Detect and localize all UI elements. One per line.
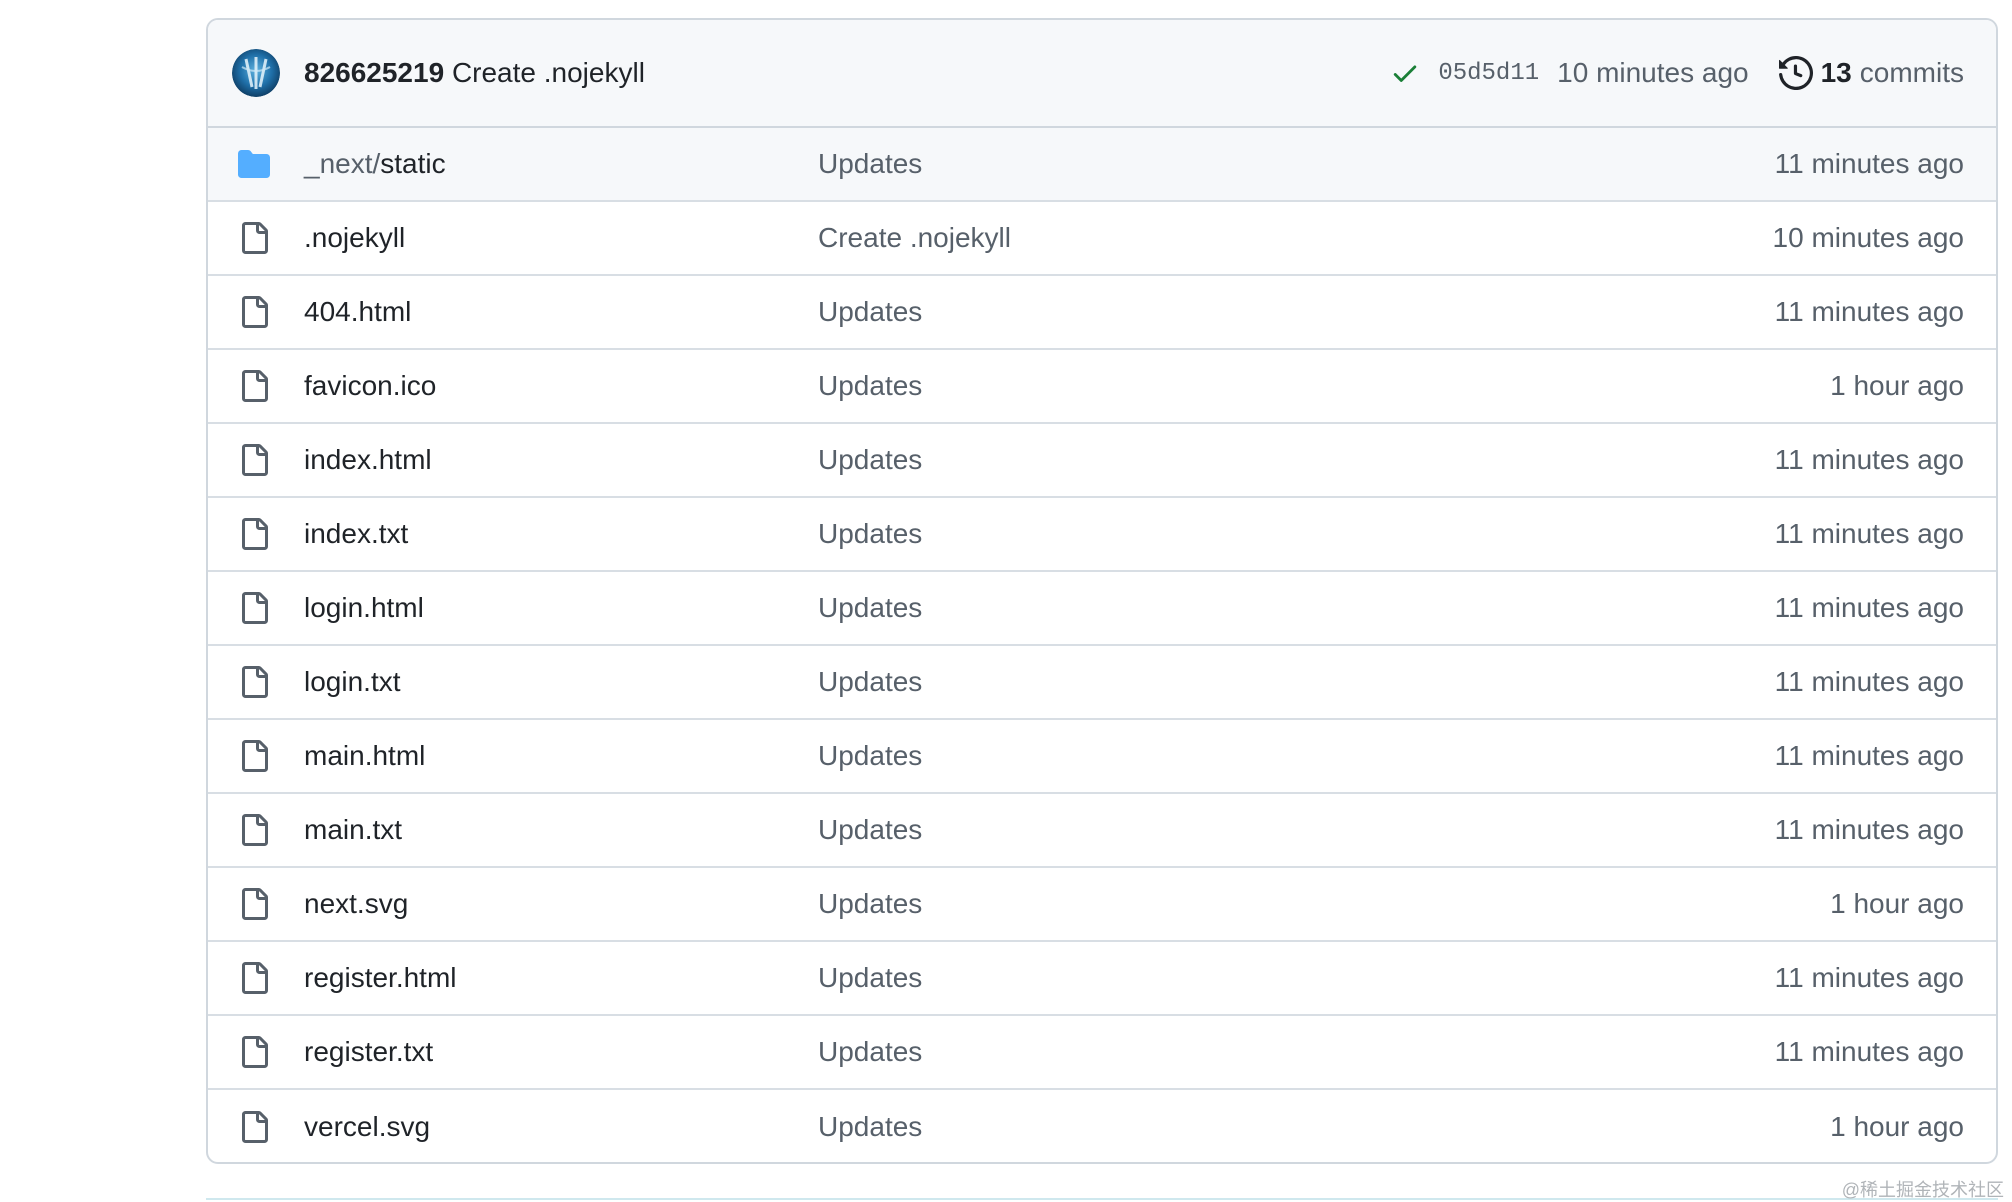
file-name-link[interactable]: favicon.ico (304, 370, 436, 402)
commit-meta: 05d5d11 10 minutes ago 13 commits (1390, 56, 1964, 90)
avatar-image (232, 49, 280, 97)
file-name-link[interactable]: .nojekyll (304, 222, 405, 254)
history-icon (1778, 56, 1813, 90)
file-commit-age: 11 minutes ago (1774, 962, 1964, 993)
file-row[interactable]: login.html Updates 11 minutes ago (208, 572, 1996, 646)
file-commit-message-link[interactable]: Updates (818, 592, 922, 624)
file-row[interactable]: .nojekyll Create .nojekyll 10 minutes ago (208, 202, 1996, 276)
file-commit-age: 11 minutes ago (1774, 740, 1964, 771)
file-commit-age: 11 minutes ago (1774, 296, 1964, 327)
file-commit-age: 1 hour ago (1830, 888, 1964, 919)
file-icon (242, 1036, 268, 1068)
commit-message: 826625219 Create .nojekyll (304, 57, 645, 89)
file-commit-message-link[interactable]: Updates (818, 148, 922, 180)
file-row[interactable]: main.html Updates 11 minutes ago (208, 720, 1996, 794)
commit-sha-link[interactable]: 05d5d11 (1438, 60, 1539, 87)
file-name-link[interactable]: next.svg (304, 888, 408, 920)
directory-name[interactable]: static (380, 148, 445, 179)
file-name-link[interactable]: index.txt (304, 518, 408, 550)
file-name-link[interactable]: vercel.svg (304, 1111, 430, 1143)
file-name-link[interactable]: register.html (304, 962, 457, 994)
file-commit-message-link[interactable]: Updates (818, 1036, 922, 1068)
file-commit-message-link[interactable]: Updates (818, 1111, 922, 1143)
watermark: @稀土掘金技术社区 (1841, 1180, 2004, 1200)
file-commit-age: 11 minutes ago (1774, 518, 1964, 549)
file-row[interactable]: main.txt Updates 11 minutes ago (208, 794, 1996, 868)
file-row[interactable]: _next/static Updates 11 minutes ago (208, 128, 1996, 202)
file-commit-message-link[interactable]: Updates (818, 444, 922, 476)
file-name-link[interactable]: login.txt (304, 666, 401, 698)
file-commit-age: 1 hour ago (1830, 370, 1964, 401)
file-row[interactable]: 404.html Updates 11 minutes ago (208, 276, 1996, 350)
file-commit-message-link[interactable]: Create .nojekyll (818, 222, 1011, 254)
file-name-link[interactable]: 404.html (304, 296, 411, 328)
commits-history-link[interactable]: 13 commits (1778, 56, 1964, 90)
file-commit-age: 11 minutes ago (1774, 814, 1964, 845)
commit-time: 10 minutes ago (1557, 57, 1749, 88)
file-commit-message-link[interactable]: Updates (818, 814, 922, 846)
file-icon (242, 740, 268, 772)
file-icon (242, 296, 268, 328)
file-row[interactable]: register.txt Updates 11 minutes ago (208, 1016, 1996, 1090)
file-commit-age: 11 minutes ago (1774, 148, 1964, 179)
directory-prefix[interactable]: _next/ (304, 148, 380, 179)
file-commit-age: 11 minutes ago (1774, 592, 1964, 623)
file-icon (242, 518, 268, 550)
commits-count: 13 (1820, 57, 1852, 88)
file-name-link[interactable]: _next/static (304, 148, 446, 180)
commits-label: commits (1859, 57, 1964, 88)
file-browser: 826625219 Create .nojekyll 05d5d11 10 mi… (206, 18, 1998, 1164)
file-commit-message-link[interactable]: Updates (818, 370, 922, 402)
page: 826625219 Create .nojekyll 05d5d11 10 mi… (0, 0, 2012, 1202)
file-row[interactable]: login.txt Updates 11 minutes ago (208, 646, 1996, 720)
file-name-link[interactable]: login.html (304, 592, 424, 624)
file-icon (242, 444, 268, 476)
file-row[interactable]: favicon.ico Updates 1 hour ago (208, 350, 1996, 424)
file-commit-age: 1 hour ago (1830, 1111, 1964, 1142)
file-row[interactable]: index.html Updates 11 minutes ago (208, 424, 1996, 498)
file-commit-message-link[interactable]: Updates (818, 962, 922, 994)
file-row[interactable]: next.svg Updates 1 hour ago (208, 868, 1996, 942)
file-commit-age: 11 minutes ago (1774, 1036, 1964, 1067)
folder-icon (238, 150, 270, 178)
file-commit-age: 11 minutes ago (1774, 666, 1964, 697)
file-row[interactable]: register.html Updates 11 minutes ago (208, 942, 1996, 1016)
file-commit-message-link[interactable]: Updates (818, 296, 922, 328)
file-icon (242, 666, 268, 698)
latest-commit-bar: 826625219 Create .nojekyll 05d5d11 10 mi… (208, 20, 1996, 128)
check-icon[interactable] (1390, 58, 1420, 88)
commit-title-link[interactable]: Create .nojekyll (452, 57, 645, 88)
file-name-link[interactable]: main.html (304, 740, 425, 772)
file-icon (242, 888, 268, 920)
file-commit-age: 11 minutes ago (1774, 444, 1964, 475)
file-commit-message-link[interactable]: Updates (818, 518, 922, 550)
file-commit-message-link[interactable]: Updates (818, 740, 922, 772)
file-icon (242, 370, 268, 402)
divider (206, 1198, 1998, 1200)
file-commit-age: 10 minutes ago (1772, 222, 1964, 253)
file-name-link[interactable]: register.txt (304, 1036, 433, 1068)
file-list: _next/static Updates 11 minutes ago .nojeky… (208, 128, 1996, 1162)
commit-author-link[interactable]: 826625219 (304, 57, 444, 88)
file-icon (242, 814, 268, 846)
file-icon (242, 962, 268, 994)
file-name-link[interactable]: main.txt (304, 814, 402, 846)
file-icon (242, 222, 268, 254)
avatar[interactable] (232, 49, 280, 97)
file-commit-message-link[interactable]: Updates (818, 666, 922, 698)
file-commit-message-link[interactable]: Updates (818, 888, 922, 920)
file-icon (242, 592, 268, 624)
file-row[interactable]: index.txt Updates 11 minutes ago (208, 498, 1996, 572)
file-row[interactable]: vercel.svg Updates 1 hour ago (208, 1090, 1996, 1162)
file-name-link[interactable]: index.html (304, 444, 432, 476)
file-icon (242, 1111, 268, 1143)
